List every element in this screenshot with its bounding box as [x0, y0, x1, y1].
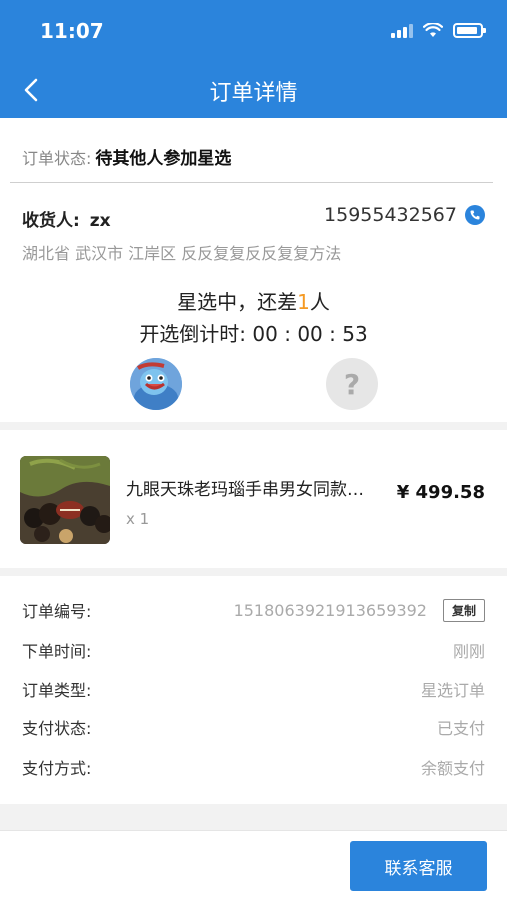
order-status-value: 待其他人参加星选 [95, 149, 232, 169]
product-thumbnail[interactable] [20, 456, 110, 544]
order-type-label: 订单类型: [22, 681, 92, 700]
order-number-row: 订单编号: 1518063921913659392 复制 [22, 598, 485, 622]
countdown-label: 开选倒计时: [139, 322, 247, 346]
order-number-value-group: 1518063921913659392 复制 [233, 598, 485, 622]
countdown-timer: 00 : 00 : 53 [252, 322, 368, 346]
receiver-name: zx [89, 211, 111, 231]
bottom-bar: 联系客服 [0, 830, 507, 900]
product-quantity: x 1 [126, 510, 150, 528]
signal-icon [391, 23, 413, 38]
order-status-label: 订单状态: [22, 149, 92, 168]
payment-method-value: 余额支付 [420, 759, 485, 778]
receiver-label: 收货人: [22, 211, 80, 231]
product-card[interactable]: 九眼天珠老玛瑙手串男女同款… x 1 ¥ 499.58 [0, 430, 507, 568]
order-summary-card: 订单状态: 待其他人参加星选 收货人: zx 15955432567 湖北省 武… [0, 118, 507, 422]
header: 11:07 订单详情 [0, 0, 507, 118]
participants: ? [0, 358, 507, 412]
product-price: ¥ 499.58 [396, 482, 485, 503]
payment-status-value: 已支付 [436, 719, 485, 738]
payment-status-row: 支付状态: 已支付 [22, 715, 485, 739]
status-bar: 11:07 [0, 0, 507, 60]
status-icons [391, 23, 486, 38]
order-type-row: 订单类型: 星选订单 [22, 677, 485, 701]
phone-row[interactable]: 15955432567 [324, 204, 485, 226]
group-remaining-suffix: 人 [309, 290, 330, 314]
order-info-card: 订单编号: 1518063921913659392 复制 下单时间: 刚刚 订单… [0, 576, 507, 804]
countdown-line: 开选倒计时: 00 : 00 : 53 [0, 318, 507, 350]
order-type-value: 星选订单 [420, 681, 485, 700]
copy-button[interactable]: 复制 [442, 598, 485, 622]
group-remaining-line: 星选中，还差1人 [0, 286, 507, 318]
battery-icon [453, 23, 486, 38]
group-remaining-count: 1 [297, 290, 310, 314]
question-icon[interactable]: ? [326, 358, 378, 410]
order-time-value: 刚刚 [452, 642, 485, 661]
status-time: 11:07 [40, 19, 104, 43]
order-number-value: 1518063921913659392 [233, 600, 427, 620]
wifi-icon [423, 23, 443, 37]
group-remaining-prefix: 星选中，还差 [177, 290, 298, 314]
payment-status-label: 支付状态: [22, 719, 92, 738]
address: 湖北省 武汉市 江岸区 反反复复反反复复方法 [22, 244, 342, 263]
payment-method-label: 支付方式: [22, 759, 92, 778]
receiver: 收货人: zx [22, 206, 111, 231]
divider [10, 182, 493, 183]
payment-method-row: 支付方式: 余额支付 [22, 755, 485, 779]
avatar[interactable] [130, 358, 182, 410]
order-status-row: 订单状态: 待其他人参加星选 [22, 144, 231, 169]
group-info: 星选中，还差1人 开选倒计时: 00 : 00 : 53 [0, 286, 507, 350]
page-title: 订单详情 [209, 81, 298, 106]
order-time-row: 下单时间: 刚刚 [22, 638, 485, 662]
order-number-label: 订单编号: [22, 602, 92, 621]
product-name: 九眼天珠老玛瑙手串男女同款… [126, 480, 364, 500]
contact-service-button[interactable]: 联系客服 [350, 841, 487, 891]
phone-number: 15955432567 [324, 204, 457, 226]
phone-icon[interactable] [465, 205, 485, 225]
order-time-label: 下单时间: [22, 642, 92, 661]
